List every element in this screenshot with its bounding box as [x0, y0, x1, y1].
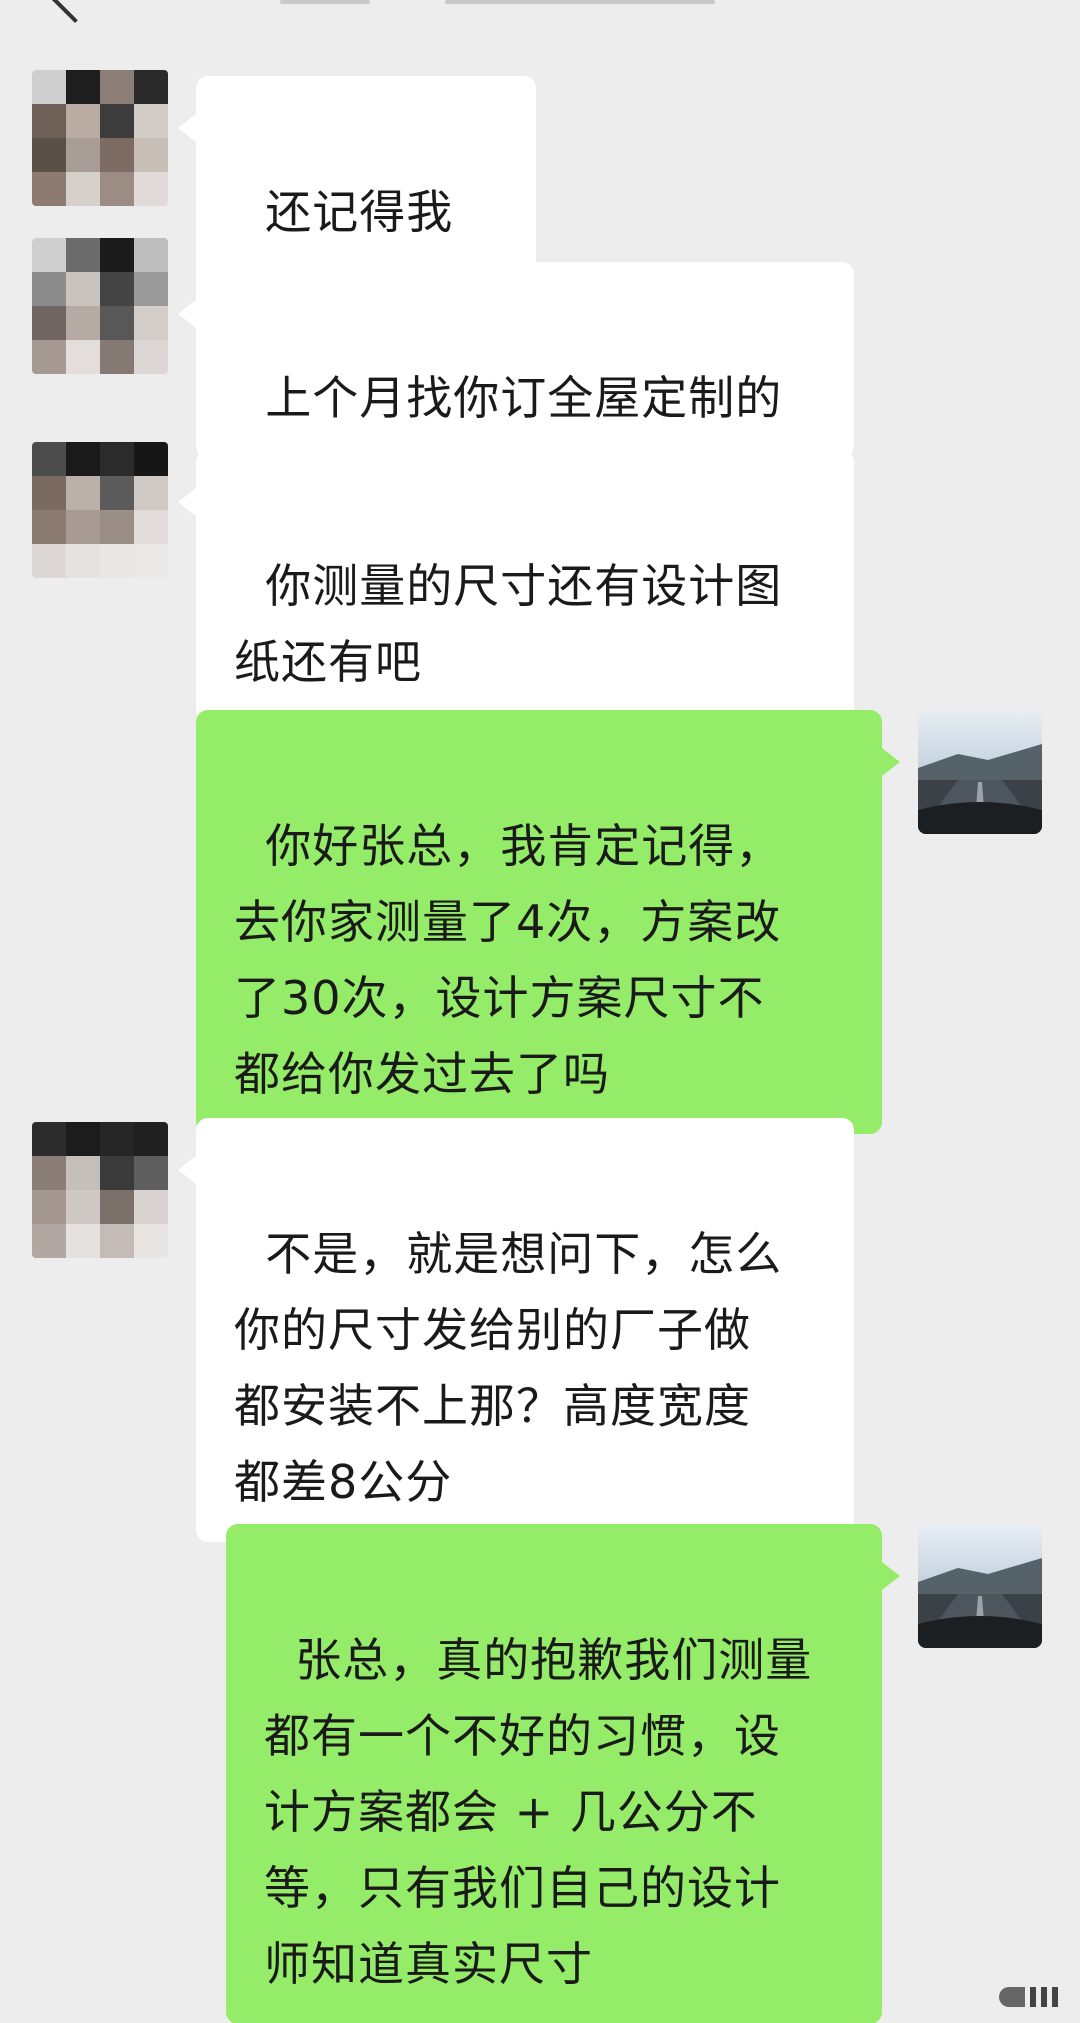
- avatar-mosaic: [32, 70, 168, 206]
- message-text: 上个月找你订全屋定制的: [265, 371, 783, 425]
- pixelated-avatar-icon[interactable]: [32, 442, 168, 578]
- chevron-left-icon[interactable]: [50, 0, 100, 24]
- header-stub: [445, 0, 715, 4]
- pixelated-avatar-icon[interactable]: [32, 238, 168, 374]
- message-bubble-outgoing[interactable]: 你好张总，我肯定记得， 去你家测量了4次，方案改 了30次，设计方案尺寸不 都给…: [196, 710, 900, 1134]
- message-bubble-incoming[interactable]: 你测量的尺寸还有设计图 纸还有吧: [178, 450, 854, 722]
- road-photo: [918, 1524, 1042, 1648]
- road-photo-avatar-icon[interactable]: [918, 710, 1042, 834]
- message-bubble-incoming[interactable]: 上个月找你订全屋定制的: [178, 262, 854, 458]
- message-bubble-outgoing[interactable]: 张总，真的抱歉我们测量 都有一个不好的习惯，设 计方案都会 + 几公分不 等，只…: [226, 1524, 900, 2023]
- message-text: 你好张总，我肯定记得， 去你家测量了4次，方案改 了30次，设计方案尺寸不 都给…: [234, 819, 783, 1101]
- message-text: 张总，真的抱歉我们测量 都有一个不好的习惯，设 计方案都会 + 几公分不 等，只…: [264, 1633, 813, 1991]
- message-bubble-incoming[interactable]: 不是，就是想问下，怎么 你的尺寸发给别的厂子做 都安装不上那？高度宽度 都差8公…: [178, 1118, 854, 1542]
- avatar-mosaic: [32, 238, 168, 374]
- watermark-icon: [999, 1987, 1058, 2007]
- avatar-mosaic: [32, 1122, 168, 1258]
- pixelated-avatar-icon[interactable]: [32, 70, 168, 206]
- road-photo: [918, 710, 1042, 834]
- top-bar: [0, 0, 1080, 24]
- message-text: 不是，就是想问下，怎么 你的尺寸发给别的厂子做 都安装不上那？高度宽度 都差8公…: [234, 1227, 783, 1509]
- header-stub: [280, 0, 370, 4]
- pixelated-avatar-icon[interactable]: [32, 1122, 168, 1258]
- message-text: 你测量的尺寸还有设计图 纸还有吧: [234, 559, 783, 689]
- avatar-mosaic: [32, 442, 168, 578]
- road-photo-avatar-icon[interactable]: [918, 1524, 1042, 1648]
